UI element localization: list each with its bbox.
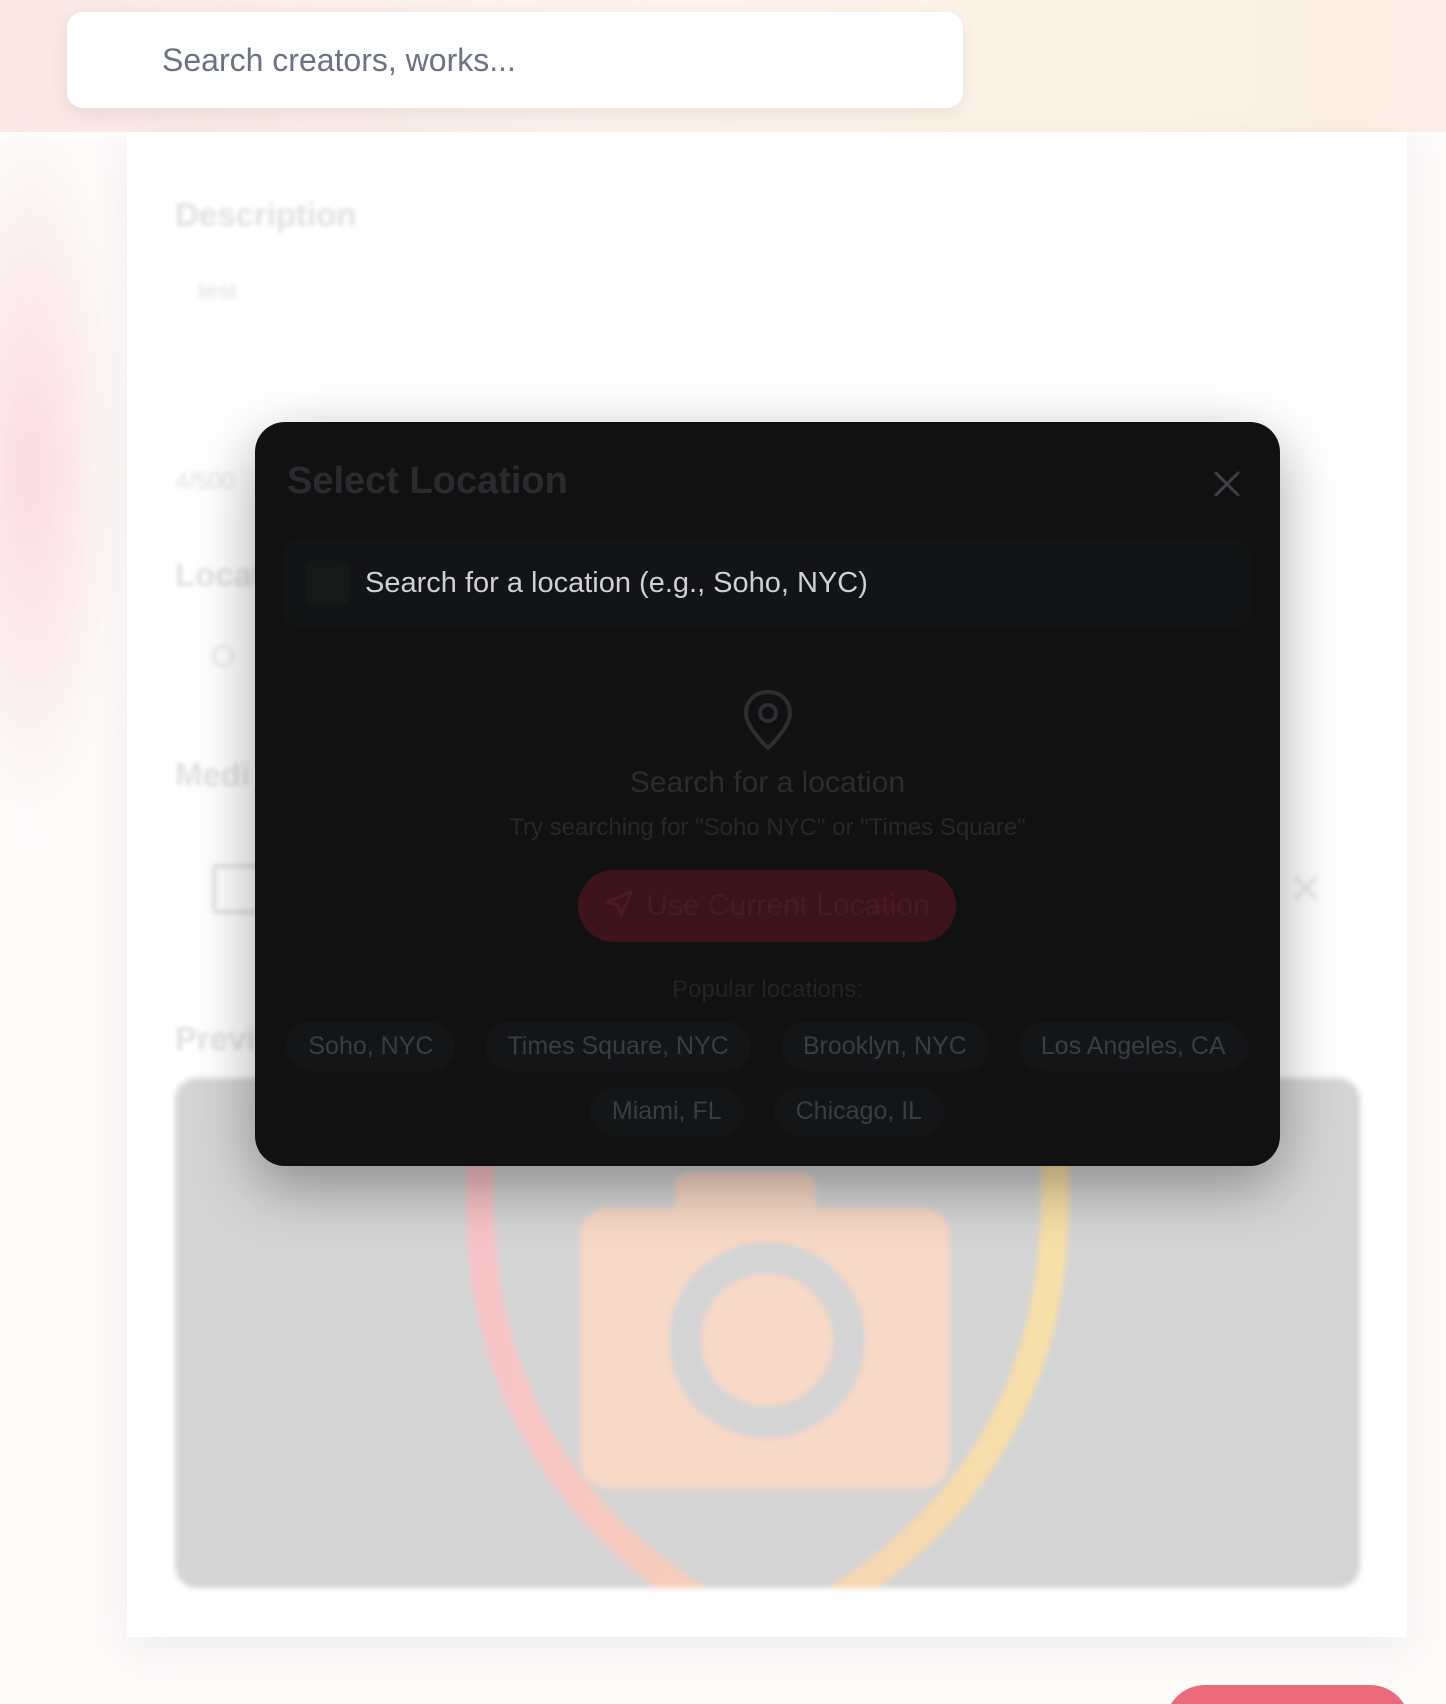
background-glow bbox=[0, 120, 120, 820]
description-value: test bbox=[198, 278, 237, 305]
location-pin-icon bbox=[212, 645, 234, 667]
location-label: Locat bbox=[175, 556, 264, 593]
location-chip[interactable]: Chicago, IL bbox=[773, 1087, 945, 1136]
submit-button[interactable] bbox=[1165, 1685, 1410, 1704]
global-search-input[interactable] bbox=[162, 41, 922, 79]
select-location-modal: Select Location Search for a location Tr… bbox=[255, 422, 1280, 1166]
search-icon bbox=[305, 561, 349, 605]
location-chip[interactable]: Miami, FL bbox=[589, 1087, 744, 1136]
media-label: Medi bbox=[175, 756, 251, 793]
page: Description test 4/500 Locat Medi Previ bbox=[0, 0, 1446, 1704]
description-label: Description bbox=[175, 196, 357, 233]
navigation-arrow-icon bbox=[604, 889, 634, 924]
use-current-location-button[interactable]: Use Current Location bbox=[578, 870, 956, 942]
empty-state-title: Search for a location bbox=[629, 766, 906, 799]
map-pin-icon bbox=[740, 688, 796, 757]
location-chip[interactable]: Soho, NYC bbox=[286, 1022, 456, 1071]
location-chip[interactable]: Times Square, NYC bbox=[485, 1022, 751, 1071]
popular-locations-list: Soho, NYC Times Square, NYC Brooklyn, NY… bbox=[283, 1022, 1251, 1136]
location-search-box[interactable] bbox=[283, 540, 1251, 626]
popular-locations-label: Popular locations: bbox=[672, 976, 863, 1003]
use-current-location-label: Use Current Location bbox=[646, 889, 930, 922]
remove-media-icon[interactable] bbox=[1290, 872, 1322, 904]
location-search-input[interactable] bbox=[365, 566, 1225, 600]
location-chip[interactable]: Brooklyn, NYC bbox=[780, 1022, 989, 1071]
empty-state-subtitle: Try searching for "Soho NYC" or "Times S… bbox=[509, 814, 1026, 841]
char-count: 4/500 bbox=[175, 468, 236, 495]
top-bar bbox=[0, 0, 1446, 132]
modal-title: Select Location bbox=[287, 460, 568, 502]
location-chip[interactable]: Los Angeles, CA bbox=[1018, 1022, 1248, 1071]
global-search-box[interactable] bbox=[67, 12, 963, 108]
preview-label: Previ bbox=[175, 1020, 256, 1057]
close-icon[interactable] bbox=[1205, 462, 1249, 506]
